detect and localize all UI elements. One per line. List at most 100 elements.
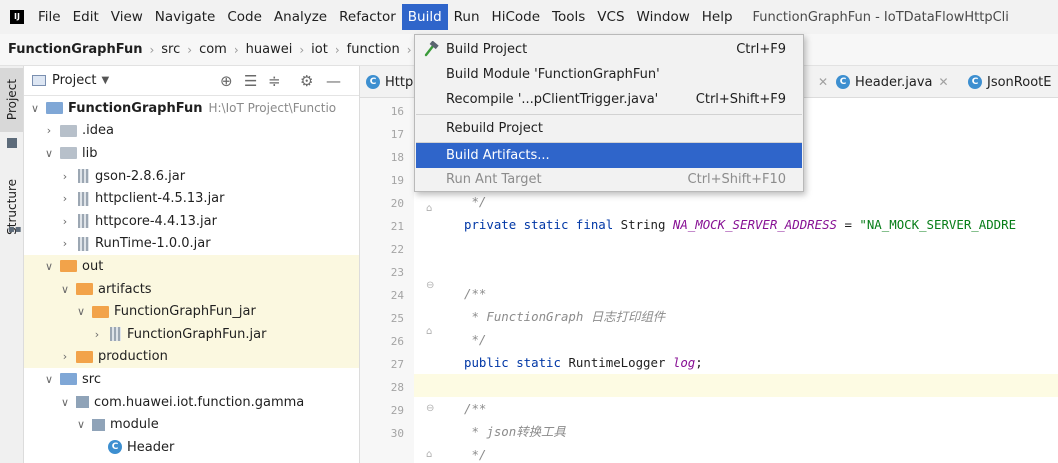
expand-all-icon[interactable]: ☰ xyxy=(244,72,257,90)
menu-analyze[interactable]: Analyze xyxy=(268,4,333,30)
code-line[interactable]: * json转换工具 xyxy=(414,420,1058,443)
class-icon: C xyxy=(836,75,850,89)
tree-item-artifact-folder[interactable]: ∨ FunctionGraphFun_jar xyxy=(24,300,359,323)
line-number: 30 xyxy=(390,427,404,440)
line-number: 21 xyxy=(390,220,404,233)
tree-item-label: httpcore-4.4.13.jar xyxy=(95,213,217,229)
chevron-down-icon[interactable]: ∨ xyxy=(58,283,72,296)
chevron-down-icon[interactable]: ∨ xyxy=(74,418,88,431)
tree-item-artifact-jar[interactable]: › FunctionGraphFun.jar xyxy=(24,323,359,346)
menu-item-label: Build Module 'FunctionGraphFun' xyxy=(446,67,660,82)
menu-vcs[interactable]: VCS xyxy=(591,4,630,30)
tree-item-label: com.huawei.iot.function.gamma xyxy=(94,394,305,410)
menu-item-build-module[interactable]: Build Module 'FunctionGraphFun' xyxy=(416,62,802,87)
menu-window[interactable]: Window xyxy=(631,4,696,30)
breadcrumb-item[interactable]: com xyxy=(199,42,227,57)
menu-item-label: Build Artifacts... xyxy=(446,148,550,163)
menu-item-rebuild-project[interactable]: Rebuild Project xyxy=(416,116,802,141)
build-menu-dropdown: Build Project Ctrl+F9 Build Module 'Func… xyxy=(414,34,804,192)
menu-navigate[interactable]: Navigate xyxy=(149,4,222,30)
tree-item-artifacts[interactable]: ∨ artifacts xyxy=(24,277,359,301)
hide-panel-icon[interactable]: — xyxy=(326,72,341,90)
chevron-down-icon[interactable]: ∨ xyxy=(42,373,56,386)
menu-edit[interactable]: Edit xyxy=(67,4,105,30)
tree-item-class[interactable]: C Header xyxy=(24,436,359,459)
chevron-down-icon[interactable]: ▼ xyxy=(101,75,109,86)
tree-item-lib[interactable]: ∨ lib xyxy=(24,142,359,165)
tree-item-label: httpclient-4.5.13.jar xyxy=(95,191,225,207)
tree-item-module[interactable]: ∨ module xyxy=(24,413,359,436)
tree-item-jar[interactable]: › httpcore-4.4.13.jar xyxy=(24,210,359,233)
code-line[interactable]: public static RuntimeLogger log; xyxy=(414,351,1058,374)
chevron-right-icon[interactable]: › xyxy=(58,192,72,205)
menu-item-build-project[interactable]: Build Project Ctrl+F9 xyxy=(416,37,802,62)
menu-item-run-ant-target[interactable]: Run Ant Target Ctrl+Shift+F10 xyxy=(416,167,802,192)
chevron-right-icon[interactable]: › xyxy=(58,170,72,183)
locate-icon[interactable]: ⊕ xyxy=(220,72,233,90)
code-line[interactable]: */ xyxy=(414,443,1058,463)
tree-item-jar[interactable]: › gson-2.8.6.jar xyxy=(24,165,359,188)
editor-tab[interactable]: C Header.java ✕ xyxy=(830,66,949,98)
menu-tools[interactable]: Tools xyxy=(546,4,591,30)
tool-tab-project[interactable]: Project xyxy=(0,68,23,132)
chevron-right-icon[interactable]: › xyxy=(90,328,104,341)
menu-item-build-artifacts[interactable]: Build Artifacts... xyxy=(416,143,802,168)
gear-icon[interactable]: ⚙ xyxy=(300,72,313,90)
breadcrumb-item[interactable]: FunctionGraphFun xyxy=(8,42,142,57)
tree-item-out[interactable]: ∨ out xyxy=(24,255,359,278)
menu-refactor[interactable]: Refactor xyxy=(333,4,402,30)
chevron-down-icon[interactable]: ∨ xyxy=(42,147,56,160)
menu-hicode[interactable]: HiCode xyxy=(486,4,546,30)
folder-icon xyxy=(60,124,77,137)
editor-tab[interactable]: C Http xyxy=(360,66,413,98)
project-view-selector[interactable]: Project xyxy=(52,73,96,88)
tree-item-idea[interactable]: › .idea xyxy=(24,120,359,143)
breadcrumb-item[interactable]: src xyxy=(161,42,180,57)
jar-icon xyxy=(78,169,89,184)
tree-item-jar[interactable]: › httpclient-4.5.13.jar xyxy=(24,187,359,210)
breadcrumb-item[interactable]: function xyxy=(347,42,400,57)
chevron-down-icon[interactable]: ∨ xyxy=(28,102,42,115)
breadcrumb-item[interactable]: iot xyxy=(311,42,328,57)
chevron-down-icon[interactable]: ∨ xyxy=(74,305,88,318)
tool-tab-label: Project xyxy=(4,79,19,121)
menu-code[interactable]: Code xyxy=(221,4,268,30)
breadcrumb-item[interactable]: huawei xyxy=(246,42,293,57)
intellij-logo-icon: IJ xyxy=(10,10,24,24)
package-icon xyxy=(76,396,89,409)
current-code-line[interactable] xyxy=(414,374,1058,397)
tree-item-package[interactable]: ∨ com.huawei.iot.function.gamma xyxy=(24,391,359,414)
excluded-folder-icon xyxy=(76,350,93,363)
code-line[interactable]: /** xyxy=(414,397,1058,420)
close-icon[interactable]: ✕ xyxy=(818,66,828,98)
code-line[interactable]: * FunctionGraph 日志打印组件 xyxy=(414,305,1058,328)
chevron-right-icon[interactable]: › xyxy=(42,124,56,137)
chevron-down-icon[interactable]: ∨ xyxy=(58,396,72,409)
tree-item-src[interactable]: ∨ src xyxy=(24,368,359,391)
code-line[interactable]: */ xyxy=(414,328,1058,351)
chevron-right-icon[interactable]: › xyxy=(58,215,72,228)
code-line[interactable]: */ xyxy=(414,190,1058,213)
close-icon[interactable]: ✕ xyxy=(939,75,949,89)
tree-item-jar[interactable]: › RunTime-1.0.0.jar xyxy=(24,233,359,256)
code-line[interactable]: /** xyxy=(414,282,1058,305)
editor-tab[interactable]: C JsonRootE xyxy=(962,66,1051,98)
menu-file[interactable]: File xyxy=(32,4,67,30)
menu-item-label: Run Ant Target xyxy=(446,172,542,187)
menu-view[interactable]: View xyxy=(105,4,149,30)
tree-item-path: H:\IoT Project\Functio xyxy=(208,101,337,116)
chevron-right-icon: › xyxy=(149,42,155,57)
menu-build[interactable]: Build xyxy=(401,4,448,30)
menu-item-recompile[interactable]: Recompile '...pClientTrigger.java' Ctrl+… xyxy=(416,87,802,112)
tree-item-project-root[interactable]: ∨ FunctionGraphFun H:\IoT Project\Functi… xyxy=(24,97,359,120)
tool-tab-structure[interactable]: Structure xyxy=(0,162,23,252)
tree-item-production[interactable]: › production xyxy=(24,345,359,369)
chevron-down-icon[interactable]: ∨ xyxy=(42,260,56,273)
chevron-right-icon[interactable]: › xyxy=(58,350,72,363)
line-number: 18 xyxy=(390,151,404,164)
menu-help[interactable]: Help xyxy=(696,4,739,30)
code-line[interactable]: private static final String NA_MOCK_SERV… xyxy=(414,213,1058,236)
chevron-right-icon[interactable]: › xyxy=(58,237,72,250)
collapse-all-icon[interactable]: ≑ xyxy=(268,72,281,90)
menu-run[interactable]: Run xyxy=(448,4,486,30)
